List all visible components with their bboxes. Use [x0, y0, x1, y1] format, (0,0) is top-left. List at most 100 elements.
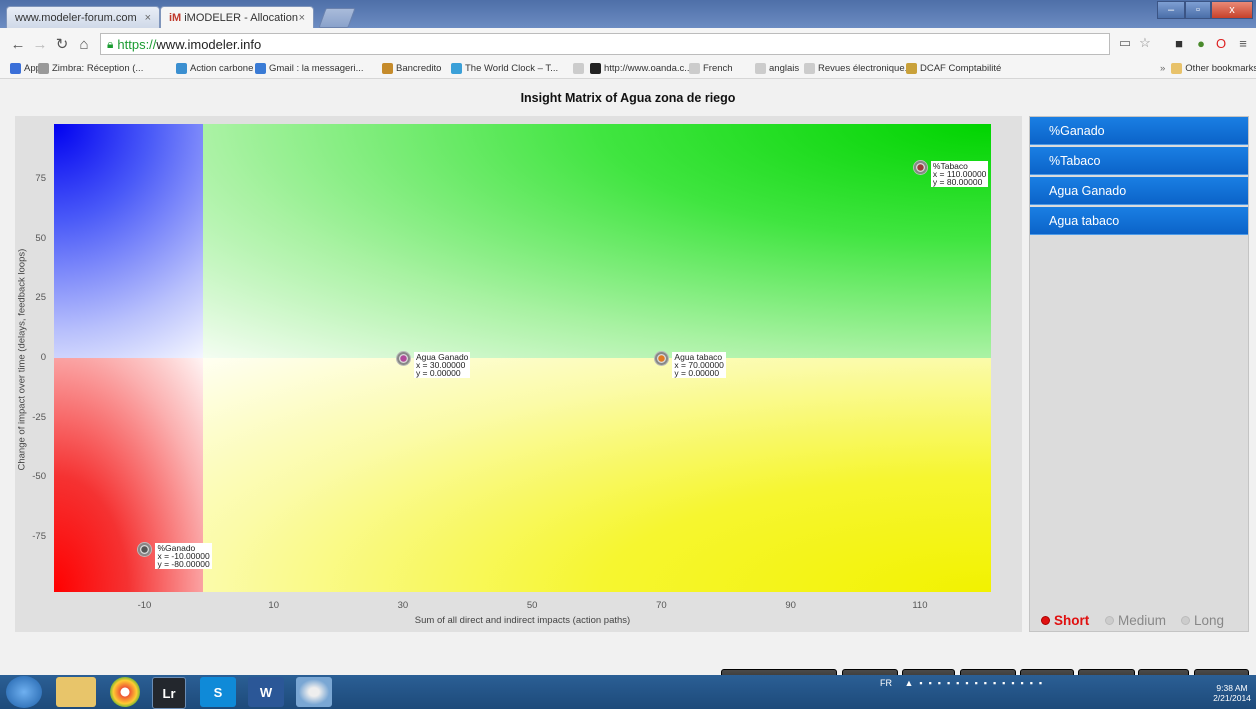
quadrant-bottom-right: [203, 358, 991, 592]
url-scheme: https://: [117, 36, 157, 52]
bookmark-label: http://www.oanda.c...: [604, 62, 693, 74]
x-tick-label: 70: [656, 600, 667, 611]
radio-label: Short: [1054, 613, 1090, 628]
bookmark-favicon-icon: [10, 62, 21, 74]
bookmark-label: Zimbra: Réception (...: [52, 62, 144, 74]
bookmark-favicon-icon: [382, 62, 393, 74]
maximize-button[interactable]: ▫: [1185, 1, 1211, 19]
bookmark-item[interactable]: Action carbone: [176, 60, 253, 76]
bookmark-item[interactable]: Zimbra: Réception (...: [38, 60, 143, 76]
address-bar[interactable]: 🔒︎ https://www.imodeler.info: [100, 33, 1110, 55]
url-host: www.imodeler.info: [156, 36, 262, 52]
x-tick-label: 50: [526, 600, 538, 611]
bookmark-item[interactable]: DCAF Comptabilité: [906, 60, 1001, 76]
y-tick-label: 75: [35, 172, 46, 184]
thunderbird-icon[interactable]: [296, 677, 332, 707]
timeframe-short-radio[interactable]: Short: [1041, 613, 1089, 628]
extension-icon[interactable]: ▭: [1116, 34, 1134, 52]
bookmark-item[interactable]: anglais: [755, 60, 799, 76]
x-tick-label: 10: [268, 600, 279, 611]
page-title: Insight Matrix of Agua zona de riego: [520, 91, 736, 105]
y-tick-label: -75: [32, 531, 46, 543]
factor-item[interactable]: Agua tabaco: [1030, 207, 1248, 235]
forward-arrow-icon[interactable]: →: [30, 34, 50, 54]
data-point[interactable]: [913, 160, 927, 174]
bookmark-favicon-icon: [176, 62, 187, 74]
bookmark-item[interactable]: Bancredito: [382, 60, 441, 76]
clock-time: 9:38 AM: [1216, 683, 1248, 693]
bookmark-item[interactable]: The World Clock – T...: [451, 60, 558, 76]
radio-dot-icon: [1041, 616, 1050, 625]
extension-green-icon[interactable]: ●: [1192, 34, 1210, 52]
data-point-label-line: y = 0.00000: [674, 368, 720, 378]
bookmark-favicon-icon: [38, 62, 49, 74]
language-indicator[interactable]: FR: [880, 678, 892, 688]
tray-icons[interactable]: ▲▪▪▪▪▪▪▪▪▪▪▪▪▪▪: [905, 678, 1049, 688]
y-tick-label: -50: [32, 471, 46, 483]
window-close-button[interactable]: x: [1211, 1, 1253, 19]
data-point-label: Agua tabaco x = 70.00000 y = 0.00000: [672, 352, 726, 378]
bookmark-favicon-icon: [906, 62, 917, 74]
x-tick-label: 110: [912, 600, 928, 611]
data-point-label: %Tabaco x = 110.00000 y = 80.00000: [930, 160, 989, 187]
x-axis-label: Sum of all direct and indirect impacts (…: [414, 615, 631, 626]
bookmark-favicon-icon: [573, 62, 584, 74]
minimize-button[interactable]: –: [1157, 1, 1185, 19]
y-tick-label: 50: [35, 232, 46, 244]
tab-close-icon[interactable]: ×: [145, 12, 151, 24]
bookmark-favicon-icon: [804, 62, 815, 74]
system-tray: FR ▲▪▪▪▪▪▪▪▪▪▪▪▪▪▪: [880, 678, 1048, 688]
quadrant-top-right: [203, 124, 991, 358]
timeframe-medium-radio[interactable]: Medium: [1105, 613, 1166, 628]
tab-label: iMODELER - Allocation: [184, 11, 298, 24]
bookmark-item[interactable]: http://www.oanda.c...: [590, 60, 692, 76]
factor-item[interactable]: %Tabaco: [1030, 147, 1248, 175]
menu-icon[interactable]: ≡: [1234, 34, 1252, 52]
y-tick-label: 0: [40, 352, 46, 363]
browser-tab-imodeler[interactable]: iM iMODELER - Allocation ×: [160, 6, 314, 28]
x-tick-label: 30: [397, 600, 409, 611]
data-point-label-line: y = 80.00000: [932, 176, 983, 187]
word-icon[interactable]: W: [248, 677, 284, 707]
browser-tab-forum[interactable]: www.modeler-forum.com ×: [6, 6, 160, 28]
factor-item[interactable]: Agua Ganado: [1030, 177, 1248, 205]
skype-icon[interactable]: S: [200, 677, 236, 707]
start-button-icon[interactable]: [6, 676, 42, 708]
tab-label: www.modeler-forum.com: [15, 11, 137, 24]
radio-dot-icon: [1181, 616, 1190, 625]
radio-dot-icon: [1105, 616, 1114, 625]
star-icon[interactable]: ☆: [1136, 34, 1154, 52]
bookmark-label: Action carbone: [190, 62, 254, 74]
tab-close-icon[interactable]: ×: [299, 12, 305, 24]
data-point[interactable]: [396, 352, 410, 365]
timeframe-long-radio[interactable]: Long: [1181, 613, 1224, 628]
other-bookmarks-label: Other bookmarks: [1185, 62, 1256, 74]
chrome-icon[interactable]: [110, 677, 140, 707]
lock-icon: 🔒︎: [107, 36, 114, 51]
clock-date: 2/21/2014: [1213, 693, 1251, 703]
system-clock[interactable]: 9:38 AM 2/21/2014: [1210, 683, 1254, 703]
quadrant-top-left: [54, 124, 203, 358]
data-point-label: %Ganado x = -10.00000 y = -80.00000: [155, 543, 212, 570]
data-point-label-line: y = 0.00000: [415, 368, 461, 378]
back-arrow-icon[interactable]: ←: [8, 34, 28, 54]
overflow-icon[interactable]: »: [1160, 63, 1165, 74]
extension-dark-icon[interactable]: ■: [1170, 34, 1188, 52]
factor-item[interactable]: %Ganado: [1030, 117, 1248, 145]
bookmark-favicon-icon: [590, 62, 601, 74]
bookmark-label: Revues électronique...: [818, 62, 913, 74]
bookmark-item[interactable]: French: [689, 60, 733, 76]
bookmark-item[interactable]: Gmail : la messageri...: [255, 60, 364, 76]
bookmark-item[interactable]: Revues électronique...: [804, 60, 913, 76]
opera-icon[interactable]: O: [1212, 34, 1230, 52]
home-icon[interactable]: ⌂: [74, 34, 94, 54]
reload-icon[interactable]: ↻: [52, 34, 72, 54]
bookmark-item[interactable]: [573, 60, 587, 76]
explorer-icon[interactable]: [56, 677, 96, 707]
bookmark-favicon-icon: [689, 62, 700, 74]
bookmark-label: Bancredito: [396, 62, 442, 74]
lightroom-icon[interactable]: Lr: [152, 677, 186, 709]
other-bookmarks[interactable]: » Other bookmarks: [1160, 60, 1256, 76]
radio-label: Medium: [1118, 613, 1167, 628]
data-point-label: Agua Ganado x = 30.00000 y = 0.00000: [413, 352, 471, 378]
